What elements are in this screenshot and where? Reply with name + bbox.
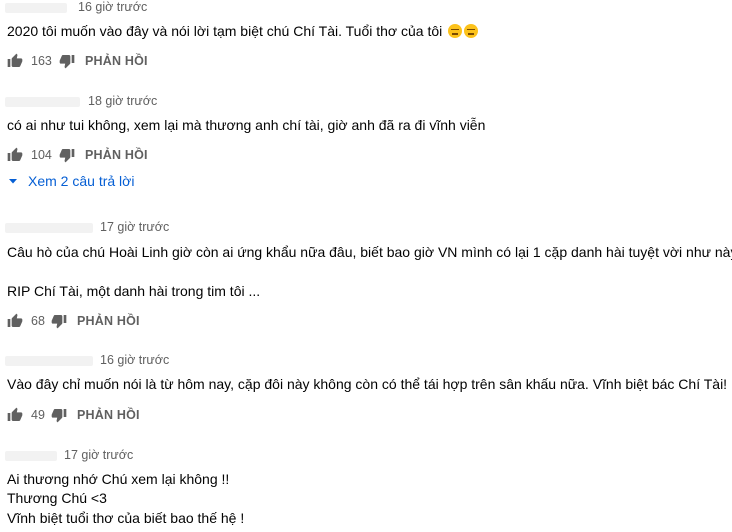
comment-text: Thương Chú <3	[7, 490, 107, 506]
thumb-up-icon	[7, 147, 23, 161]
thumb-up-icon	[7, 313, 23, 327]
author-name[interactable]	[5, 223, 93, 233]
comment-time[interactable]: 17 giờ trước	[100, 220, 169, 234]
author-name[interactable]	[5, 97, 80, 107]
view-replies-button[interactable]: Xem 2 câu trả lời	[7, 173, 134, 189]
like-count: 49	[31, 408, 45, 422]
comment-time[interactable]: 17 giờ trước	[64, 448, 133, 462]
thumb-down-icon	[59, 149, 75, 163]
like-count: 68	[31, 314, 45, 328]
comment-text: Vĩnh biệt tuổi thơ của biết bao thế hệ !	[7, 510, 245, 526]
thumb-down-icon	[51, 409, 67, 423]
reply-button[interactable]: PHẢN HỒI	[85, 54, 148, 68]
comment-text: Vào đây chỉ muốn nói là từ hôm nay, cặp …	[7, 376, 728, 392]
comment-actions: 163 PHẢN HỒI	[7, 51, 148, 71]
author-name[interactable]	[5, 356, 93, 366]
comment-text: Câu hò của chú Hoài Linh giờ còn ai ứng …	[7, 244, 732, 260]
comment-text: Ai thương nhớ Chú xem lại không !!	[7, 471, 230, 487]
comment-actions: 104 PHẢN HỒI	[7, 145, 148, 165]
like-count: 104	[31, 148, 52, 162]
author-name[interactable]	[5, 451, 57, 461]
dislike-button[interactable]	[59, 147, 75, 163]
view-replies-label: Xem 2 câu trả lời	[28, 173, 135, 189]
dislike-button[interactable]	[59, 53, 75, 69]
comment-time[interactable]: 18 giờ trước	[88, 94, 157, 108]
like-count: 163	[31, 54, 52, 68]
reply-button[interactable]: PHẢN HỒI	[77, 314, 140, 328]
comment-text: có ai như tui không, xem lại mà thương a…	[7, 117, 486, 133]
like-button[interactable]	[7, 313, 23, 329]
comment-actions: 68 PHẢN HỒI	[7, 311, 140, 331]
reply-button[interactable]: PHẢN HỒI	[77, 408, 140, 422]
comment-time[interactable]: 16 giờ trước	[100, 353, 169, 367]
comment-actions: 49 PHẢN HỒI	[7, 405, 140, 425]
like-button[interactable]	[7, 407, 23, 423]
caret-down-icon	[9, 179, 17, 184]
author-name[interactable]	[5, 3, 67, 13]
thumb-up-icon	[7, 407, 23, 421]
like-button[interactable]	[7, 53, 23, 69]
like-button[interactable]	[7, 147, 23, 163]
disappointed-face-emoji	[464, 24, 479, 38]
thumb-up-icon	[7, 53, 23, 67]
comment-text: 2020 tôi muốn vào đây và nói lời tạm biệ…	[7, 22, 479, 41]
thumb-down-icon	[59, 55, 75, 69]
disappointed-face-emoji	[448, 24, 463, 38]
comment-text: RIP Chí Tài, một danh hài trong tim tôi …	[7, 283, 261, 299]
thumb-down-icon	[51, 315, 67, 329]
dislike-button[interactable]	[51, 407, 67, 423]
reply-button[interactable]: PHẢN HỒI	[85, 148, 148, 162]
dislike-button[interactable]	[51, 313, 67, 329]
comment-time[interactable]: 16 giờ trước	[78, 0, 147, 14]
